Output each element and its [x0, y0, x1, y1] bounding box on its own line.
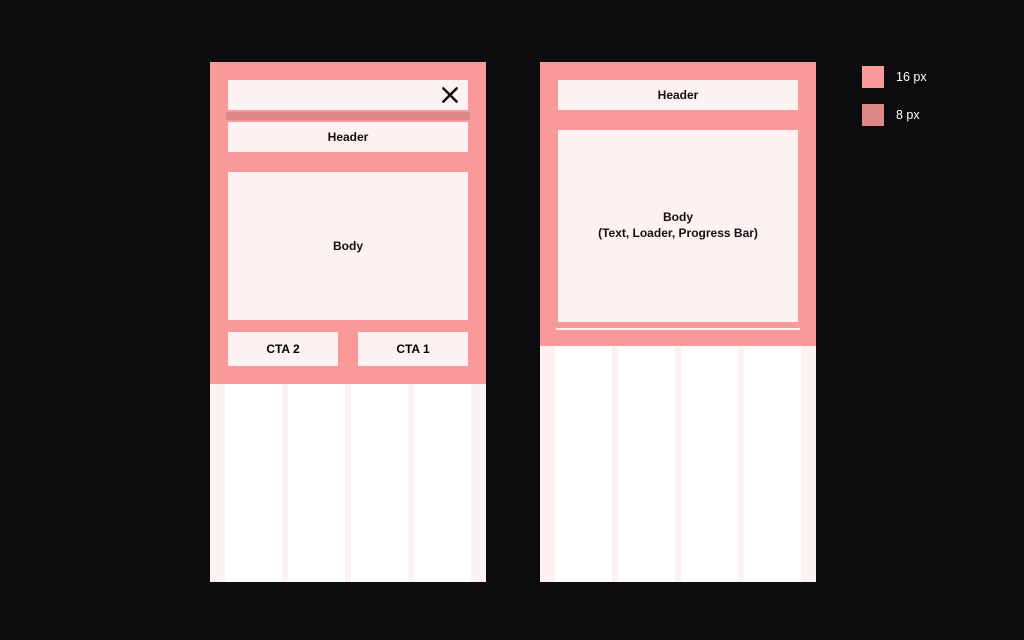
- body-line-1: Body: [663, 210, 693, 226]
- cta-1-label: CTA 1: [396, 342, 429, 356]
- cta-2-button[interactable]: CTA 2: [226, 330, 340, 368]
- wireframe-diagram: Header Body CTA 2 CTA 1 Header: [0, 0, 1024, 640]
- legend-8-label: 8 px: [896, 108, 920, 122]
- swatch-16-icon: [862, 66, 884, 88]
- body-line-2: (Text, Loader, Progress Bar): [598, 226, 758, 242]
- cta-2-label: CTA 2: [266, 342, 299, 356]
- cta-1-button[interactable]: CTA 1: [356, 330, 470, 368]
- header-slot: Header: [226, 120, 470, 154]
- body-slot: Body: [226, 170, 470, 322]
- body-slot: Body (Text, Loader, Progress Bar): [556, 128, 800, 324]
- body-label: Body: [333, 239, 363, 253]
- hairline: [556, 328, 800, 330]
- legend-16-label: 16 px: [896, 70, 927, 84]
- header-slot: Header: [556, 78, 800, 112]
- top-bar: [226, 78, 470, 112]
- header-label: Header: [328, 130, 369, 144]
- legend-16px: 16 px: [862, 66, 927, 88]
- header-label: Header: [658, 88, 699, 102]
- swatch-8-icon: [862, 104, 884, 126]
- legend-8px: 8 px: [862, 104, 927, 126]
- phone-mock-right: Header Body (Text, Loader, Progress Bar): [540, 62, 816, 582]
- phone-mock-left: Header Body CTA 2 CTA 1: [210, 62, 486, 582]
- spacing-legend: 16 px 8 px: [862, 66, 927, 126]
- cta-row: CTA 2 CTA 1: [226, 330, 470, 368]
- close-icon[interactable]: [440, 85, 460, 105]
- gap-8: [226, 112, 470, 120]
